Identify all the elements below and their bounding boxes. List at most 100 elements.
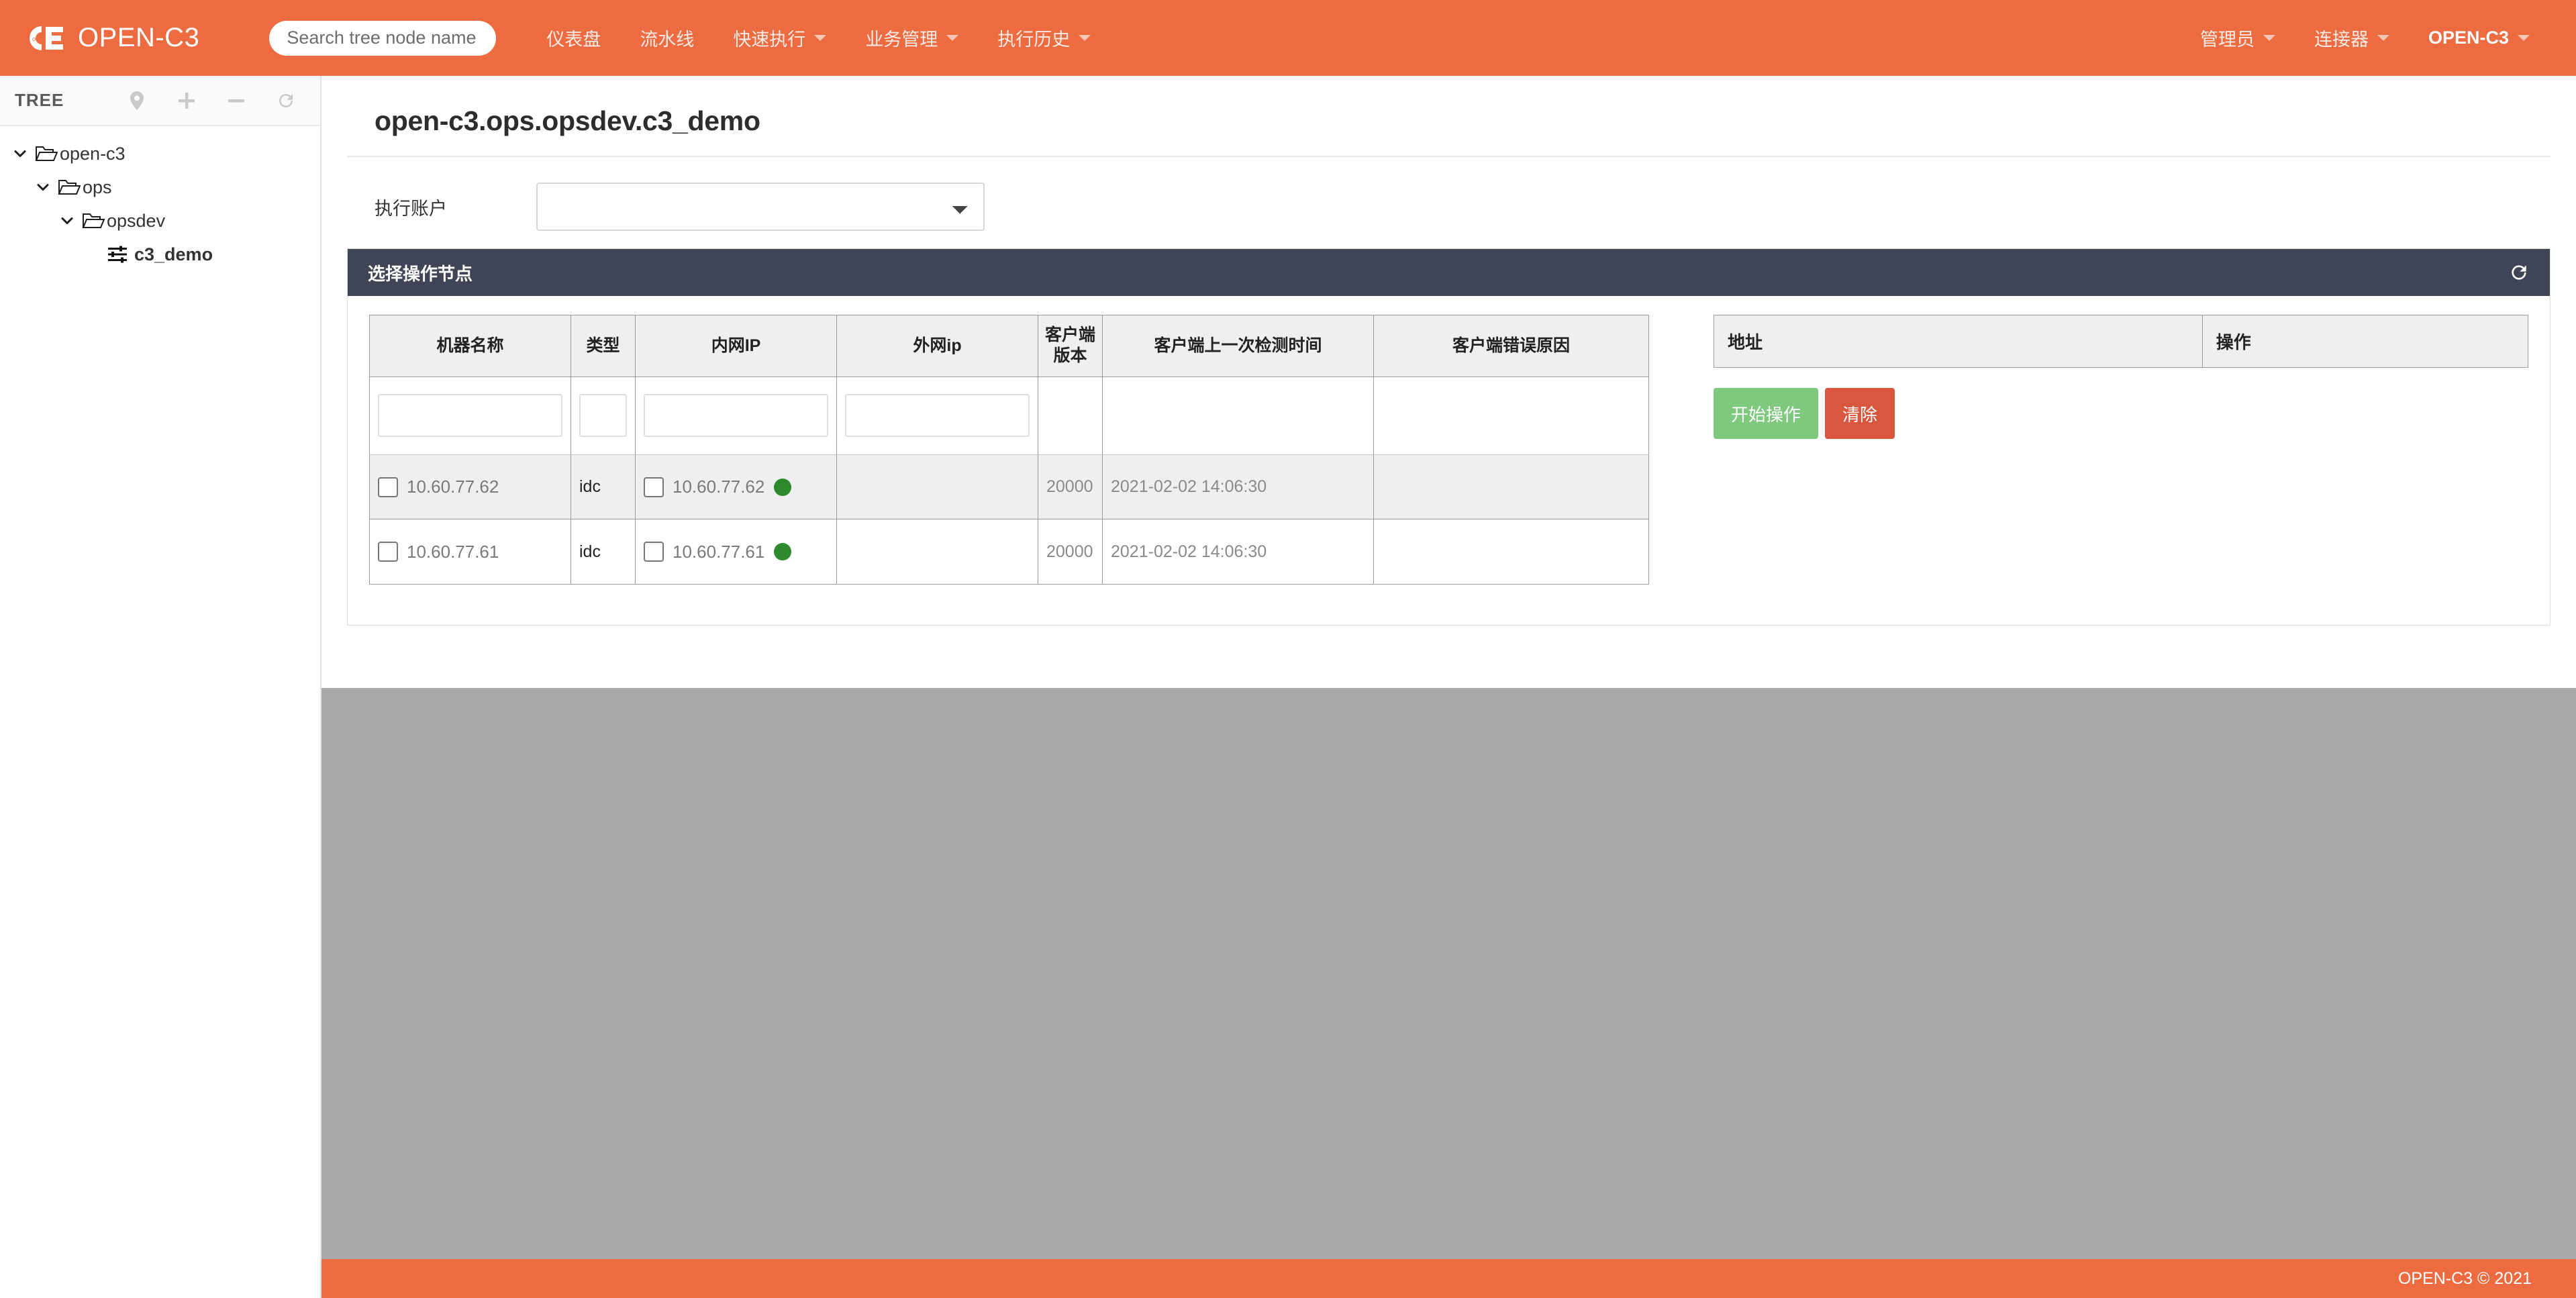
chevron-down-icon[interactable]: [35, 179, 51, 195]
chevron-down-icon[interactable]: [12, 146, 28, 162]
tree-node-ops[interactable]: ops: [0, 170, 320, 204]
nav-label: 执行历史: [997, 25, 1070, 51]
filter-cell-client-version: [1038, 377, 1103, 454]
nav-item-dashboard[interactable]: 仪表盘: [527, 0, 620, 76]
filter-input-intranet-ip[interactable]: [644, 394, 828, 437]
nav-label: 业务管理: [865, 25, 938, 51]
machine-name-value: 10.60.77.61: [407, 542, 499, 562]
filter-cell-type: [571, 377, 636, 454]
nav-item-admin[interactable]: 管理员: [2181, 0, 2295, 76]
last-check-value: 2021-02-02 14:06:30: [1111, 477, 1267, 496]
start-operation-button[interactable]: 开始操作: [1714, 388, 1818, 439]
main-menu: 仪表盘 流水线 快速执行 业务管理 执行历史: [527, 0, 1110, 76]
cell-type: idc: [571, 454, 636, 519]
cell-client-version: 20000: [1038, 454, 1103, 519]
col-extranet-ip: 外网ip: [837, 315, 1038, 377]
intranet-ip-checkbox[interactable]: [644, 477, 664, 497]
filter-cell-intranet-ip: [636, 377, 837, 454]
status-online-dot-icon: [774, 543, 791, 560]
exec-account-select[interactable]: [536, 183, 985, 231]
open-c3-logo-icon: OPEN: [26, 23, 67, 53]
cell-last-check: 2021-02-02 14:06:30: [1103, 519, 1374, 585]
search-input[interactable]: [269, 21, 496, 56]
row-select-checkbox[interactable]: [378, 477, 398, 497]
last-check-value: 2021-02-02 14:06:30: [1111, 542, 1267, 561]
nav-item-quick-exec[interactable]: 快速执行: [713, 0, 846, 76]
col-machine-name: 机器名称: [370, 315, 571, 377]
table-row[interactable]: 10.60.77.62 idc 10.60.77.62: [370, 454, 1649, 519]
top-navbar: OPEN OPEN-C3 仪表盘 流水线 快速执行 业务管理 执行历史: [0, 0, 2576, 76]
brand-title: OPEN-C3: [78, 23, 199, 53]
filter-cell-extranet-ip: [837, 377, 1038, 454]
cell-client-version: 20000: [1038, 519, 1103, 585]
row-select-checkbox[interactable]: [378, 542, 398, 562]
exec-account-form-row: 执行账户: [347, 157, 2550, 248]
action-button-row: 开始操作 清除: [1714, 388, 2528, 439]
minus-icon[interactable]: [226, 91, 246, 111]
nav-item-exec-history[interactable]: 执行历史: [978, 0, 1110, 76]
page-footer: OPEN-C3 © 2021: [321, 1259, 2576, 1298]
col-intranet-ip: 内网IP: [636, 315, 837, 377]
nav-item-pipeline[interactable]: 流水线: [620, 0, 713, 76]
cell-error-reason: [1374, 519, 1649, 585]
tree-node-opsdev[interactable]: opsdev: [0, 204, 320, 238]
selected-nodes-section: 地址 操作 开始操作 清除: [1714, 315, 2528, 585]
cell-intranet-ip: 10.60.77.61: [636, 519, 837, 585]
nav-item-connector[interactable]: 连接器: [2295, 0, 2409, 76]
tree-toolbar: [127, 91, 305, 111]
nav-label: 仪表盘: [546, 25, 601, 51]
nav-label: OPEN-C3: [2428, 28, 2509, 48]
filter-cell-last-check: [1103, 377, 1374, 454]
clear-button[interactable]: 清除: [1825, 388, 1895, 439]
select-nodes-panel: 选择操作节点 机器名称 类型 内网IP: [347, 248, 2550, 626]
chevron-down-icon: [946, 35, 958, 41]
machine-name-value: 10.60.77.62: [407, 477, 499, 497]
refresh-icon[interactable]: [2508, 262, 2530, 283]
status-online-dot-icon: [774, 479, 791, 496]
tree-header: TREE: [0, 76, 320, 126]
selected-table-header-row: 地址 操作: [1714, 315, 2528, 368]
tree-node-label: open-c3: [60, 144, 126, 164]
col-type: 类型: [571, 315, 636, 377]
tree-node-label: opsdev: [107, 211, 165, 232]
chevron-down-icon: [2263, 35, 2275, 41]
intranet-ip-checkbox[interactable]: [644, 542, 664, 562]
cell-type: idc: [571, 519, 636, 585]
plus-icon[interactable]: [177, 91, 197, 111]
filter-input-type[interactable]: [579, 394, 627, 437]
user-menu: 管理员 连接器 OPEN-C3: [2181, 0, 2576, 76]
tree-node-label: c3_demo: [134, 244, 213, 265]
sliders-icon: [107, 246, 128, 263]
tree-sidebar: TREE open-c3: [0, 76, 321, 1298]
page-title: open-c3.ops.opsdev.c3_demo: [347, 76, 2550, 156]
panel-body: 机器名称 类型 内网IP 外网ip 客户端版本 客户端上一次检测时间 客户端错误…: [348, 296, 2550, 625]
client-version-value: 20000: [1046, 477, 1093, 496]
folder-open-icon: [35, 144, 58, 163]
node-table: 机器名称 类型 内网IP 外网ip 客户端版本 客户端上一次检测时间 客户端错误…: [369, 315, 1649, 585]
nav-label: 流水线: [640, 25, 694, 51]
chevron-down-icon[interactable]: [59, 213, 75, 229]
table-row[interactable]: 10.60.77.61 idc 10.60.77.61: [370, 519, 1649, 585]
type-value: idc: [579, 542, 601, 561]
nav-item-account[interactable]: OPEN-C3: [2409, 0, 2549, 76]
panel-title: 选择操作节点: [368, 260, 473, 285]
nav-item-business-mgmt[interactable]: 业务管理: [846, 0, 978, 76]
tree-node-label: ops: [83, 177, 112, 198]
cell-error-reason: [1374, 454, 1649, 519]
client-version-value: 20000: [1046, 542, 1093, 561]
chevron-down-icon: [814, 35, 826, 41]
col-last-check-time: 客户端上一次检测时间: [1103, 315, 1374, 377]
filter-input-extranet-ip[interactable]: [845, 394, 1030, 437]
content-card: open-c3.ops.opsdev.c3_demo 执行账户 选择操作节点: [321, 76, 2576, 688]
location-pin-icon[interactable]: [127, 91, 147, 111]
exec-account-label: 执行账户: [375, 194, 536, 220]
brand-logo-link[interactable]: OPEN OPEN-C3: [9, 0, 215, 76]
col-operation: 操作: [2202, 315, 2528, 368]
tree-node-open-c3[interactable]: open-c3: [0, 137, 320, 170]
cell-machine-name: 10.60.77.61: [370, 519, 571, 585]
cell-machine-name: 10.60.77.62: [370, 454, 571, 519]
tree-node-c3-demo[interactable]: c3_demo: [0, 238, 320, 271]
nav-label: 快速执行: [733, 25, 805, 51]
refresh-icon[interactable]: [276, 91, 296, 111]
filter-input-machine-name[interactable]: [378, 394, 562, 437]
